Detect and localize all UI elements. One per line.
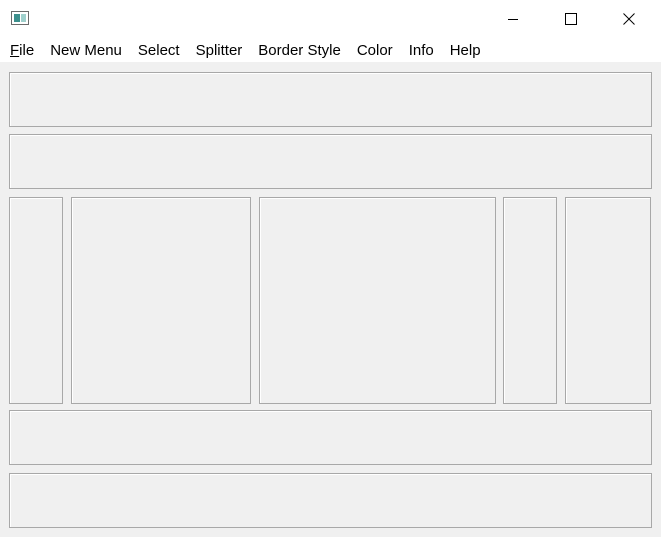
menu-select[interactable]: Select	[130, 38, 188, 62]
bottom-panel-2[interactable]	[9, 473, 652, 528]
menu-new-menu[interactable]: New Menu	[42, 38, 130, 62]
menu-info[interactable]: Info	[401, 38, 442, 62]
title-bar[interactable]	[0, 0, 661, 38]
middle-panel-left-wide[interactable]	[71, 197, 251, 404]
minimize-icon	[508, 19, 518, 20]
menu-splitter[interactable]: Splitter	[188, 38, 251, 62]
middle-panel-center[interactable]	[259, 197, 496, 404]
app-window-icon[interactable]	[11, 11, 29, 25]
menu-border-style[interactable]: Border Style	[250, 38, 349, 62]
maximize-icon	[565, 13, 577, 25]
menu-file-accelerator: F	[10, 42, 20, 59]
close-icon	[623, 13, 635, 25]
menu-file-rest: ile	[19, 42, 35, 59]
close-button[interactable]	[600, 0, 658, 38]
top-panel-1[interactable]	[9, 72, 652, 127]
middle-panel-right[interactable]	[565, 197, 651, 404]
client-area	[0, 62, 661, 537]
middle-panel-right-narrow[interactable]	[503, 197, 557, 404]
bottom-panel-1[interactable]	[9, 410, 652, 465]
minimize-button[interactable]	[484, 0, 542, 38]
menu-help[interactable]: Help	[442, 38, 489, 62]
top-panel-2[interactable]	[9, 134, 652, 189]
menu-color[interactable]: Color	[349, 38, 401, 62]
menu-bar: File New Menu Select Splitter Border Sty…	[0, 38, 661, 62]
application-window: File New Menu Select Splitter Border Sty…	[0, 0, 661, 537]
middle-panel-left-narrow[interactable]	[9, 197, 63, 404]
menu-file[interactable]: File	[0, 38, 42, 62]
maximize-button[interactable]	[542, 0, 600, 38]
